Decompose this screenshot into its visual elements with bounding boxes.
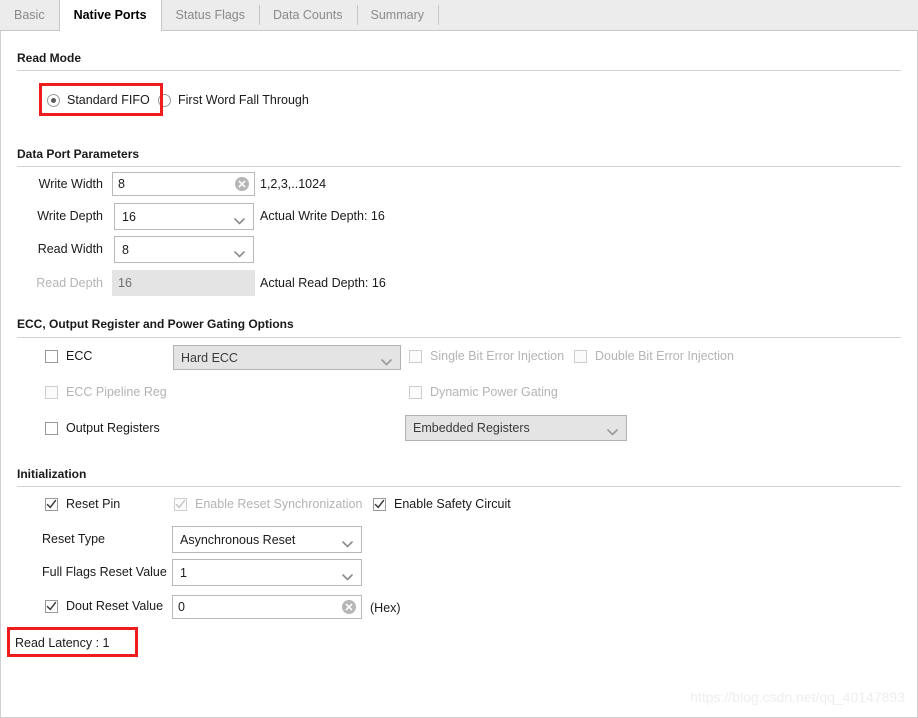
checkbox-dout-reset-value[interactable]: Dout Reset Value [45, 599, 163, 613]
section-title-ecc: ECC, Output Register and Power Gating Op… [17, 317, 294, 331]
chevron-down-icon [342, 537, 353, 547]
native-ports-panel: Read Mode Standard FIFO First Word Fall … [0, 31, 918, 718]
input-value: 16 [118, 276, 132, 290]
tab-status-flags[interactable]: Status Flags [162, 0, 259, 30]
select-full-flags-reset-value[interactable]: 1 [172, 559, 362, 586]
radio-label: Standard FIFO [67, 93, 150, 107]
tab-basic[interactable]: Basic [0, 0, 59, 30]
radio-indicator [158, 93, 171, 107]
input-value: 8 [118, 177, 125, 191]
hint-write-width: 1,2,3,..1024 [260, 177, 327, 191]
checkbox-output-registers[interactable]: Output Registers [45, 421, 160, 435]
checkbox-label: Single Bit Error Injection [430, 349, 565, 363]
label-full-flags-reset-value: Full Flags Reset Value [42, 565, 167, 579]
checkbox-indicator [45, 497, 58, 511]
checkbox-indicator [574, 349, 587, 363]
hint-read-depth: Actual Read Depth: 16 [260, 276, 386, 290]
tab-summary[interactable]: Summary [356, 0, 438, 30]
input-read-depth: 16 [112, 270, 255, 296]
checkbox-label: ECC Pipeline Reg [66, 385, 167, 399]
checkbox-indicator [409, 385, 422, 399]
clear-icon[interactable] [235, 177, 249, 191]
select-value: Hard ECC [181, 350, 238, 365]
select-ecc-mode: Hard ECC [173, 345, 401, 370]
input-value: 0 [178, 600, 185, 614]
checkbox-label: Reset Pin [66, 497, 121, 511]
radio-indicator [47, 93, 60, 107]
read-latency-text: Read Latency : 1 [15, 636, 110, 650]
checkbox-double-bit-error-injection: Double Bit Error Injection [574, 349, 734, 363]
tab-bar-filler [437, 0, 478, 30]
checkbox-indicator [45, 599, 58, 613]
tab-bar: Basic Native Ports Status Flags Data Cou… [0, 0, 918, 31]
select-value: 8 [122, 242, 129, 257]
checkbox-label: Double Bit Error Injection [595, 349, 734, 363]
tab-native-ports[interactable]: Native Ports [58, 0, 162, 31]
section-rule-initialization [17, 486, 901, 487]
checkbox-single-bit-error-injection: Single Bit Error Injection [409, 349, 564, 363]
checkbox-indicator [45, 385, 58, 399]
checkbox-indicator [373, 497, 386, 511]
checkbox-indicator [174, 497, 187, 511]
chevron-down-icon [342, 570, 353, 580]
section-title-read-mode: Read Mode [17, 51, 82, 65]
clear-icon[interactable] [342, 600, 356, 614]
select-read-width[interactable]: 8 [114, 236, 254, 263]
select-value: Asynchronous Reset [180, 532, 296, 547]
checkbox-label: ECC [66, 349, 93, 363]
checkbox-indicator [45, 421, 58, 435]
input-dout-reset-value[interactable]: 0 [172, 595, 362, 619]
tab-label: Native Ports [73, 8, 147, 22]
label-read-width: Read Width [37, 242, 103, 256]
select-value: 1 [180, 565, 187, 580]
checkbox-enable-reset-synchronization: Enable Reset Synchronization [174, 497, 362, 511]
select-reset-type[interactable]: Asynchronous Reset [172, 526, 362, 553]
tab-label: Summary [370, 8, 424, 22]
checkbox-label: Enable Reset Synchronization [195, 497, 363, 511]
checkbox-label: Dout Reset Value [66, 599, 164, 613]
select-write-depth[interactable]: 16 [114, 203, 254, 230]
chevron-down-icon [234, 247, 245, 257]
checkbox-dynamic-power-gating: Dynamic Power Gating [409, 385, 558, 399]
chevron-down-icon [607, 425, 618, 436]
checkbox-indicator [409, 349, 422, 363]
label-read-depth: Read Depth [36, 276, 103, 290]
checkbox-label: Dynamic Power Gating [430, 385, 558, 399]
radio-label: First Word Fall Through [178, 93, 309, 107]
section-title-initialization: Initialization [17, 467, 87, 481]
fifo-generator-window: Basic Native Ports Status Flags Data Cou… [0, 0, 918, 718]
checkbox-enable-safety-circuit[interactable]: Enable Safety Circuit [373, 497, 511, 511]
hint-dout-reset-value: (Hex) [370, 601, 401, 615]
checkbox-ecc[interactable]: ECC [45, 349, 92, 363]
label-write-width: Write Width [38, 177, 103, 191]
select-value: 16 [122, 209, 136, 224]
section-title-data-port: Data Port Parameters [17, 147, 140, 161]
watermark-text: https://blog.csdn.net/qq_40147893 [690, 689, 905, 705]
checkbox-label: Enable Safety Circuit [394, 497, 511, 511]
chevron-down-icon [381, 355, 392, 365]
hint-write-depth: Actual Write Depth: 16 [260, 209, 385, 223]
section-rule-ecc [17, 337, 901, 338]
checkbox-reset-pin[interactable]: Reset Pin [45, 497, 120, 511]
chevron-down-icon [234, 214, 245, 224]
section-rule-read-mode [17, 70, 901, 71]
select-value: Embedded Registers [413, 421, 530, 435]
tab-data-counts[interactable]: Data Counts [259, 0, 356, 30]
label-reset-type: Reset Type [42, 532, 106, 546]
radio-first-word-fall-through[interactable]: First Word Fall Through [158, 93, 309, 107]
radio-standard-fifo[interactable]: Standard FIFO [47, 93, 150, 107]
section-rule-data-port [17, 166, 901, 167]
tab-label: Data Counts [273, 8, 343, 22]
select-register-type: Embedded Registers [405, 415, 627, 441]
checkbox-indicator [45, 349, 58, 363]
tab-label: Basic [14, 8, 45, 22]
checkbox-ecc-pipeline-reg: ECC Pipeline Reg [45, 385, 167, 399]
label-write-depth: Write Depth [37, 209, 103, 223]
checkbox-label: Output Registers [66, 421, 160, 435]
tab-label: Status Flags [175, 8, 246, 22]
input-write-width[interactable]: 8 [112, 172, 255, 196]
